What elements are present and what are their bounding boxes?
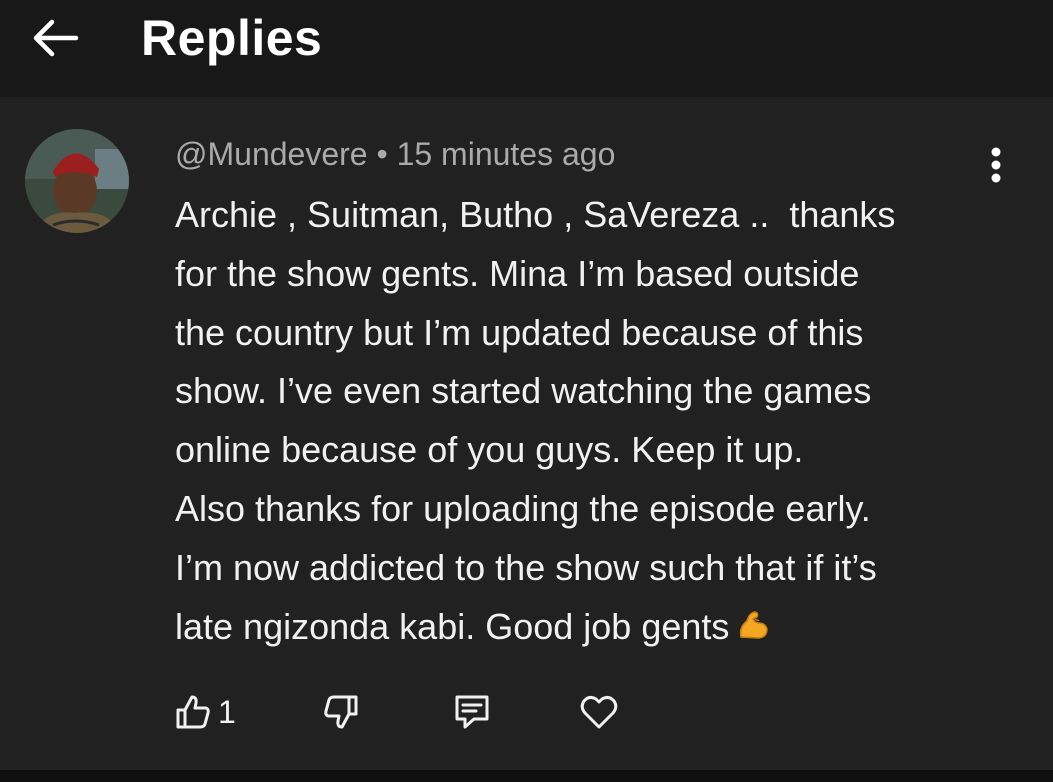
reply-button[interactable] bbox=[452, 687, 492, 737]
dislike-button[interactable] bbox=[322, 687, 360, 737]
comment-line: late ngizonda kabi. Good job gents bbox=[175, 605, 730, 647]
comment-meta: @Mundevere • 15 minutes ago bbox=[175, 133, 615, 175]
comment-icon bbox=[455, 695, 489, 729]
comment-line: Also thanks for uploading the episode ea… bbox=[175, 487, 871, 529]
heart-icon bbox=[580, 695, 618, 729]
like-button[interactable]: 1 bbox=[174, 687, 236, 737]
top-app-bar: Replies bbox=[0, 0, 1053, 97]
comment-text: Archie , Suitman, Butho , SaVereza .. th… bbox=[175, 186, 1005, 660]
more-vert-icon bbox=[991, 147, 1001, 183]
heart-button[interactable] bbox=[579, 687, 619, 737]
comment-author[interactable]: @Mundevere bbox=[175, 136, 368, 172]
bottom-divider bbox=[0, 770, 1053, 782]
meta-separator: • bbox=[376, 136, 388, 172]
comment-card: @Mundevere • 15 minutes ago Archie , Sui… bbox=[0, 97, 1053, 770]
comment-line: the country but I’m updated because of t… bbox=[175, 311, 864, 353]
arrow-left-icon bbox=[33, 19, 79, 57]
back-button[interactable] bbox=[22, 12, 88, 64]
thumbs-down-icon bbox=[324, 695, 358, 729]
comment-line: Archie , Suitman, Butho , SaVereza .. th… bbox=[175, 194, 896, 235]
comment-line: online because of you guys. Keep it up. bbox=[175, 429, 804, 471]
comment-line: show. I’ve even started watching the gam… bbox=[175, 370, 872, 412]
flexed-biceps-icon bbox=[735, 602, 771, 661]
comment-line: I’m now addicted to the show such that i… bbox=[175, 546, 877, 588]
avatar[interactable] bbox=[25, 129, 129, 233]
page-title: Replies bbox=[141, 10, 323, 66]
thumbs-up-icon bbox=[176, 695, 210, 729]
like-count: 1 bbox=[218, 693, 236, 730]
more-options-button[interactable] bbox=[976, 137, 1016, 193]
comment-time: 15 minutes ago bbox=[396, 136, 616, 172]
comment-line: for the show gents. Mina I’m based outsi… bbox=[175, 252, 860, 294]
comment-actions: 1 bbox=[0, 687, 1053, 737]
